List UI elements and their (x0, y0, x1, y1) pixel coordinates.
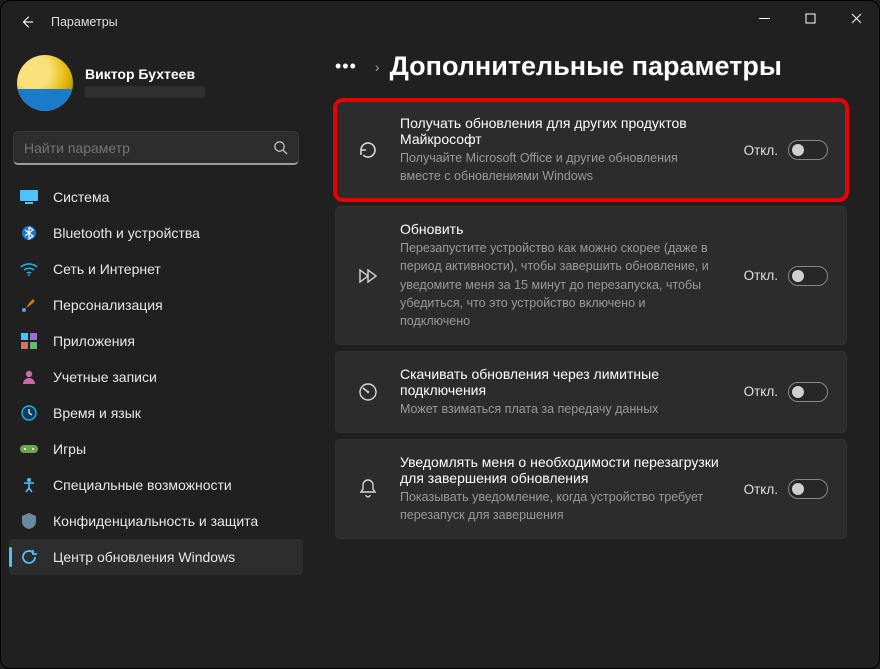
toggle-state: Откл. (744, 482, 778, 497)
shield-icon (19, 511, 39, 531)
person-icon (19, 367, 39, 387)
titlebar: Параметры (1, 1, 879, 43)
profile-name: Виктор Бухтеев (85, 66, 205, 82)
minimize-icon (759, 13, 770, 24)
sidebar-item-label: Специальные возможности (53, 477, 232, 493)
sidebar: Виктор Бухтеев Система Bluetooth и устро… (1, 43, 311, 668)
sidebar-item-label: Центр обновления Windows (53, 549, 235, 565)
arrow-left-icon (20, 15, 34, 29)
sidebar-item-system[interactable]: Система (9, 179, 303, 215)
sidebar-item-network[interactable]: Сеть и Интернет (9, 251, 303, 287)
chevron-right-icon: › (375, 59, 380, 75)
minimize-button[interactable] (741, 1, 787, 35)
close-icon (851, 13, 862, 24)
sidebar-item-apps[interactable]: Приложения (9, 323, 303, 359)
content-area: ••• › Дополнительные параметры Получать … (311, 43, 879, 668)
sidebar-item-label: Bluetooth и устройства (53, 225, 200, 241)
card-desc: Показывать уведомление, когда устройство… (400, 488, 710, 524)
sidebar-item-label: Конфиденциальность и защита (53, 513, 258, 529)
card-title: Уведомлять меня о необходимости перезагр… (400, 454, 726, 486)
sidebar-item-gaming[interactable]: Игры (9, 431, 303, 467)
accessibility-icon (19, 475, 39, 495)
setting-card-other-products[interactable]: Получать обновления для других продуктов… (335, 100, 847, 200)
toggle-state: Откл. (744, 384, 778, 399)
card-title: Получать обновления для других продуктов… (400, 115, 726, 147)
apps-icon (19, 331, 39, 351)
maximize-icon (805, 13, 816, 24)
setting-card-restart-notify[interactable]: Уведомлять меня о необходимости перезагр… (335, 439, 847, 539)
sidebar-item-label: Игры (53, 441, 86, 457)
sidebar-item-label: Приложения (53, 333, 135, 349)
toggle-state: Откл. (744, 143, 778, 158)
bell-icon (354, 478, 382, 500)
monitor-icon (19, 187, 39, 207)
sidebar-item-accessibility[interactable]: Специальные возможности (9, 467, 303, 503)
fast-forward-icon (354, 265, 382, 287)
sidebar-item-accounts[interactable]: Учетные записи (9, 359, 303, 395)
sidebar-item-label: Время и язык (53, 405, 141, 421)
history-icon (354, 139, 382, 161)
search-icon (273, 140, 288, 155)
breadcrumb-ellipsis[interactable]: ••• (335, 56, 357, 77)
card-title: Обновить (400, 221, 726, 237)
sidebar-item-time-language[interactable]: Время и язык (9, 395, 303, 431)
toggle-switch[interactable] (788, 479, 828, 499)
search-box[interactable] (13, 131, 299, 165)
sidebar-item-label: Система (53, 189, 109, 205)
search-input[interactable] (24, 140, 273, 156)
sidebar-item-label: Персонализация (53, 297, 163, 313)
gauge-icon (354, 381, 382, 403)
card-desc: Может взиматься плата за передачу данных (400, 400, 710, 418)
toggle-switch[interactable] (788, 382, 828, 402)
bluetooth-icon (19, 223, 39, 243)
window-controls (741, 1, 879, 35)
sidebar-item-personalization[interactable]: Персонализация (9, 287, 303, 323)
card-desc: Получайте Microsoft Office и другие обно… (400, 149, 710, 185)
card-desc: Перезапустите устройство как можно скоре… (400, 239, 710, 330)
sidebar-item-label: Сеть и Интернет (53, 261, 161, 277)
card-title: Скачивать обновления через лимитные подк… (400, 366, 726, 398)
page-title: Дополнительные параметры (390, 51, 782, 82)
close-button[interactable] (833, 1, 879, 35)
breadcrumb: ••• › Дополнительные параметры (335, 51, 847, 82)
brush-icon (19, 295, 39, 315)
setting-card-restart-asap[interactable]: Обновить Перезапустите устройство как мо… (335, 206, 847, 345)
sidebar-item-label: Учетные записи (53, 369, 157, 385)
toggle-switch[interactable] (788, 266, 828, 286)
setting-card-metered[interactable]: Скачивать обновления через лимитные подк… (335, 351, 847, 433)
profile-block[interactable]: Виктор Бухтеев (9, 47, 303, 127)
maximize-button[interactable] (787, 1, 833, 35)
gamepad-icon (19, 439, 39, 459)
update-icon (19, 547, 39, 567)
avatar (17, 55, 73, 111)
profile-email-redacted (85, 86, 205, 98)
window-title: Параметры (51, 15, 118, 29)
toggle-state: Откл. (744, 268, 778, 283)
sidebar-item-bluetooth[interactable]: Bluetooth и устройства (9, 215, 303, 251)
toggle-switch[interactable] (788, 140, 828, 160)
back-button[interactable] (11, 6, 43, 38)
wifi-icon (19, 259, 39, 279)
sidebar-item-windows-update[interactable]: Центр обновления Windows (9, 539, 303, 575)
globe-clock-icon (19, 403, 39, 423)
nav-list: Система Bluetooth и устройства Сеть и Ин… (9, 179, 303, 575)
sidebar-item-privacy[interactable]: Конфиденциальность и защита (9, 503, 303, 539)
